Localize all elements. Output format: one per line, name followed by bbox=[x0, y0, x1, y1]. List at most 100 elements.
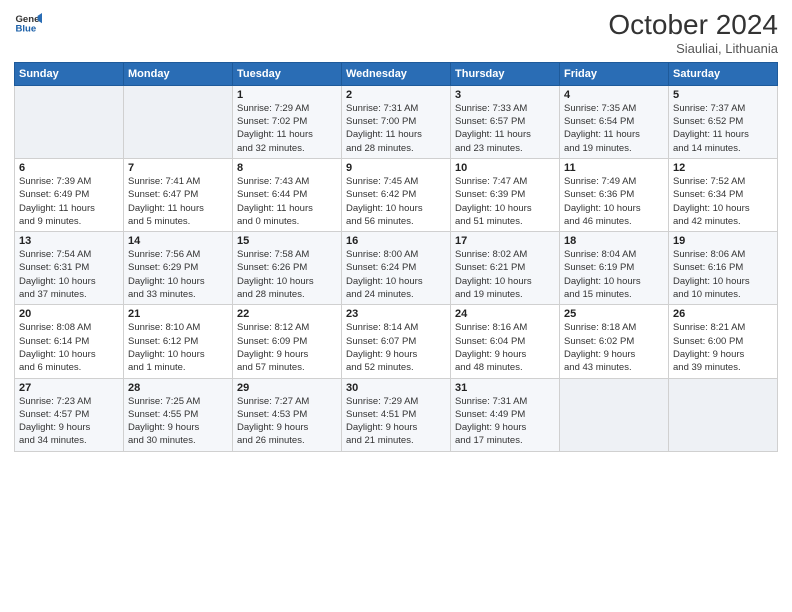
day-info: Sunrise: 7:54 AMSunset: 6:31 PMDaylight:… bbox=[19, 248, 119, 301]
day-number: 20 bbox=[19, 308, 119, 320]
day-cell: 2Sunrise: 7:31 AMSunset: 7:00 PMDaylight… bbox=[342, 85, 451, 158]
day-cell: 25Sunrise: 8:18 AMSunset: 6:02 PMDayligh… bbox=[560, 305, 669, 378]
day-cell: 27Sunrise: 7:23 AMSunset: 4:57 PMDayligh… bbox=[15, 378, 124, 451]
week-row-3: 13Sunrise: 7:54 AMSunset: 6:31 PMDayligh… bbox=[15, 232, 778, 305]
day-number: 7 bbox=[128, 162, 228, 174]
day-cell: 18Sunrise: 8:04 AMSunset: 6:19 PMDayligh… bbox=[560, 232, 669, 305]
week-row-2: 6Sunrise: 7:39 AMSunset: 6:49 PMDaylight… bbox=[15, 158, 778, 231]
day-info: Sunrise: 7:27 AMSunset: 4:53 PMDaylight:… bbox=[237, 395, 337, 448]
day-number: 23 bbox=[346, 308, 446, 320]
day-number: 26 bbox=[673, 308, 773, 320]
day-info: Sunrise: 8:21 AMSunset: 6:00 PMDaylight:… bbox=[673, 321, 773, 374]
day-number: 11 bbox=[564, 162, 664, 174]
day-info: Sunrise: 7:52 AMSunset: 6:34 PMDaylight:… bbox=[673, 175, 773, 228]
day-cell: 16Sunrise: 8:00 AMSunset: 6:24 PMDayligh… bbox=[342, 232, 451, 305]
week-row-1: 1Sunrise: 7:29 AMSunset: 7:02 PMDaylight… bbox=[15, 85, 778, 158]
day-number: 15 bbox=[237, 235, 337, 247]
week-row-4: 20Sunrise: 8:08 AMSunset: 6:14 PMDayligh… bbox=[15, 305, 778, 378]
day-number: 17 bbox=[455, 235, 555, 247]
day-info: Sunrise: 7:37 AMSunset: 6:52 PMDaylight:… bbox=[673, 102, 773, 155]
day-info: Sunrise: 8:10 AMSunset: 6:12 PMDaylight:… bbox=[128, 321, 228, 374]
main-title: October 2024 bbox=[608, 10, 778, 41]
day-info: Sunrise: 8:18 AMSunset: 6:02 PMDaylight:… bbox=[564, 321, 664, 374]
day-cell bbox=[15, 85, 124, 158]
day-cell: 8Sunrise: 7:43 AMSunset: 6:44 PMDaylight… bbox=[233, 158, 342, 231]
day-info: Sunrise: 7:23 AMSunset: 4:57 PMDaylight:… bbox=[19, 395, 119, 448]
day-number: 9 bbox=[346, 162, 446, 174]
day-cell: 23Sunrise: 8:14 AMSunset: 6:07 PMDayligh… bbox=[342, 305, 451, 378]
day-number: 27 bbox=[19, 382, 119, 394]
day-number: 4 bbox=[564, 89, 664, 101]
day-info: Sunrise: 7:49 AMSunset: 6:36 PMDaylight:… bbox=[564, 175, 664, 228]
day-cell: 24Sunrise: 8:16 AMSunset: 6:04 PMDayligh… bbox=[451, 305, 560, 378]
day-info: Sunrise: 8:12 AMSunset: 6:09 PMDaylight:… bbox=[237, 321, 337, 374]
day-cell: 28Sunrise: 7:25 AMSunset: 4:55 PMDayligh… bbox=[124, 378, 233, 451]
day-cell: 15Sunrise: 7:58 AMSunset: 6:26 PMDayligh… bbox=[233, 232, 342, 305]
day-number: 30 bbox=[346, 382, 446, 394]
logo: General Blue bbox=[14, 10, 42, 38]
day-number: 28 bbox=[128, 382, 228, 394]
col-tuesday: Tuesday bbox=[233, 62, 342, 85]
day-number: 19 bbox=[673, 235, 773, 247]
col-thursday: Thursday bbox=[451, 62, 560, 85]
col-saturday: Saturday bbox=[669, 62, 778, 85]
day-number: 3 bbox=[455, 89, 555, 101]
day-cell: 21Sunrise: 8:10 AMSunset: 6:12 PMDayligh… bbox=[124, 305, 233, 378]
day-info: Sunrise: 7:58 AMSunset: 6:26 PMDaylight:… bbox=[237, 248, 337, 301]
title-block: October 2024 Siauliai, Lithuania bbox=[608, 10, 778, 56]
day-cell: 12Sunrise: 7:52 AMSunset: 6:34 PMDayligh… bbox=[669, 158, 778, 231]
day-cell bbox=[560, 378, 669, 451]
day-info: Sunrise: 7:47 AMSunset: 6:39 PMDaylight:… bbox=[455, 175, 555, 228]
day-cell: 19Sunrise: 8:06 AMSunset: 6:16 PMDayligh… bbox=[669, 232, 778, 305]
day-number: 6 bbox=[19, 162, 119, 174]
calendar-table: Sunday Monday Tuesday Wednesday Thursday… bbox=[14, 62, 778, 452]
svg-text:Blue: Blue bbox=[15, 23, 36, 34]
day-cell: 6Sunrise: 7:39 AMSunset: 6:49 PMDaylight… bbox=[15, 158, 124, 231]
day-number: 21 bbox=[128, 308, 228, 320]
day-cell: 1Sunrise: 7:29 AMSunset: 7:02 PMDaylight… bbox=[233, 85, 342, 158]
day-info: Sunrise: 8:02 AMSunset: 6:21 PMDaylight:… bbox=[455, 248, 555, 301]
day-info: Sunrise: 7:29 AMSunset: 7:02 PMDaylight:… bbox=[237, 102, 337, 155]
day-info: Sunrise: 8:00 AMSunset: 6:24 PMDaylight:… bbox=[346, 248, 446, 301]
day-info: Sunrise: 8:06 AMSunset: 6:16 PMDaylight:… bbox=[673, 248, 773, 301]
subtitle: Siauliai, Lithuania bbox=[608, 41, 778, 56]
week-row-5: 27Sunrise: 7:23 AMSunset: 4:57 PMDayligh… bbox=[15, 378, 778, 451]
col-sunday: Sunday bbox=[15, 62, 124, 85]
day-cell: 20Sunrise: 8:08 AMSunset: 6:14 PMDayligh… bbox=[15, 305, 124, 378]
day-cell: 22Sunrise: 8:12 AMSunset: 6:09 PMDayligh… bbox=[233, 305, 342, 378]
day-cell: 5Sunrise: 7:37 AMSunset: 6:52 PMDaylight… bbox=[669, 85, 778, 158]
day-info: Sunrise: 7:31 AMSunset: 7:00 PMDaylight:… bbox=[346, 102, 446, 155]
day-number: 2 bbox=[346, 89, 446, 101]
day-number: 5 bbox=[673, 89, 773, 101]
day-number: 1 bbox=[237, 89, 337, 101]
day-info: Sunrise: 7:31 AMSunset: 4:49 PMDaylight:… bbox=[455, 395, 555, 448]
day-info: Sunrise: 8:04 AMSunset: 6:19 PMDaylight:… bbox=[564, 248, 664, 301]
day-cell: 29Sunrise: 7:27 AMSunset: 4:53 PMDayligh… bbox=[233, 378, 342, 451]
col-friday: Friday bbox=[560, 62, 669, 85]
day-number: 12 bbox=[673, 162, 773, 174]
day-cell: 9Sunrise: 7:45 AMSunset: 6:42 PMDaylight… bbox=[342, 158, 451, 231]
day-info: Sunrise: 7:29 AMSunset: 4:51 PMDaylight:… bbox=[346, 395, 446, 448]
day-info: Sunrise: 8:08 AMSunset: 6:14 PMDaylight:… bbox=[19, 321, 119, 374]
day-info: Sunrise: 8:14 AMSunset: 6:07 PMDaylight:… bbox=[346, 321, 446, 374]
day-cell bbox=[124, 85, 233, 158]
day-info: Sunrise: 7:45 AMSunset: 6:42 PMDaylight:… bbox=[346, 175, 446, 228]
day-number: 14 bbox=[128, 235, 228, 247]
day-cell: 31Sunrise: 7:31 AMSunset: 4:49 PMDayligh… bbox=[451, 378, 560, 451]
day-cell: 13Sunrise: 7:54 AMSunset: 6:31 PMDayligh… bbox=[15, 232, 124, 305]
day-cell: 17Sunrise: 8:02 AMSunset: 6:21 PMDayligh… bbox=[451, 232, 560, 305]
day-info: Sunrise: 7:43 AMSunset: 6:44 PMDaylight:… bbox=[237, 175, 337, 228]
day-info: Sunrise: 7:41 AMSunset: 6:47 PMDaylight:… bbox=[128, 175, 228, 228]
day-cell: 4Sunrise: 7:35 AMSunset: 6:54 PMDaylight… bbox=[560, 85, 669, 158]
day-cell: 3Sunrise: 7:33 AMSunset: 6:57 PMDaylight… bbox=[451, 85, 560, 158]
day-number: 18 bbox=[564, 235, 664, 247]
header-row: Sunday Monday Tuesday Wednesday Thursday… bbox=[15, 62, 778, 85]
page: General Blue October 2024 Siauliai, Lith… bbox=[0, 0, 792, 612]
day-cell: 30Sunrise: 7:29 AMSunset: 4:51 PMDayligh… bbox=[342, 378, 451, 451]
day-cell: 26Sunrise: 8:21 AMSunset: 6:00 PMDayligh… bbox=[669, 305, 778, 378]
day-info: Sunrise: 7:33 AMSunset: 6:57 PMDaylight:… bbox=[455, 102, 555, 155]
day-number: 13 bbox=[19, 235, 119, 247]
day-number: 10 bbox=[455, 162, 555, 174]
logo-icon: General Blue bbox=[14, 10, 42, 38]
header: General Blue October 2024 Siauliai, Lith… bbox=[14, 10, 778, 56]
